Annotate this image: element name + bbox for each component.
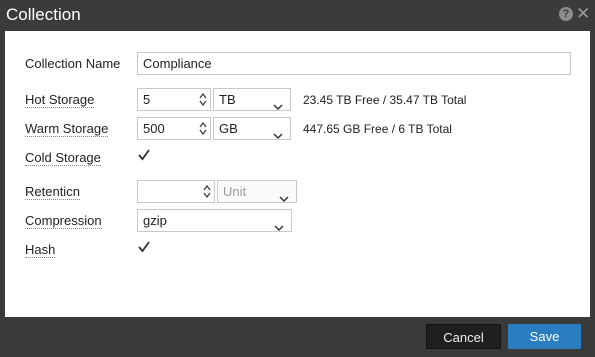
warm-storage-label: Warm Storage bbox=[25, 121, 109, 137]
stepper-arrows-icon[interactable] bbox=[199, 92, 207, 107]
cold-storage-label: Cold Storage bbox=[25, 150, 101, 166]
chevron-down-icon bbox=[273, 125, 283, 140]
dialog-body: Collection Name Compliance Hot Storage 5… bbox=[5, 31, 590, 317]
compression-select[interactable]: gzip bbox=[137, 209, 292, 232]
dialog-footer: Cancel Save bbox=[0, 317, 595, 357]
chevron-down-icon bbox=[274, 217, 284, 232]
hot-storage-unit-value: TB bbox=[219, 92, 236, 107]
cold-storage-checkbox[interactable] bbox=[137, 148, 151, 162]
compression-value: gzip bbox=[143, 213, 167, 228]
retention-unit-select[interactable]: Unit bbox=[217, 180, 297, 203]
collection-dialog: Collection ? ✕ Collection Name Complianc… bbox=[0, 0, 595, 357]
retention-label: Retenticn bbox=[25, 184, 80, 200]
close-icon[interactable]: ✕ bbox=[576, 5, 590, 23]
chevron-down-icon bbox=[273, 96, 283, 111]
warm-storage-unit-value: GB bbox=[219, 121, 238, 136]
help-icon[interactable]: ? bbox=[559, 7, 573, 21]
hash-label: Hash bbox=[25, 242, 56, 258]
hot-storage-label: Hot Storage bbox=[25, 92, 95, 108]
warm-storage-unit-select[interactable]: GB bbox=[213, 117, 291, 140]
collection-name-input[interactable]: Compliance bbox=[137, 52, 571, 75]
stepper-arrows-icon[interactable] bbox=[203, 184, 211, 199]
collection-name-label: Collection Name bbox=[25, 56, 121, 71]
retention-unit-placeholder: Unit bbox=[223, 184, 247, 199]
hot-storage-info: 23.45 TB Free / 35.47 TB Total bbox=[303, 93, 467, 107]
dialog-title: Collection bbox=[6, 5, 81, 24]
hot-storage-size-stepper[interactable]: 5 bbox=[137, 88, 211, 111]
warm-storage-size-value: 500 bbox=[143, 121, 165, 136]
cancel-button[interactable]: Cancel bbox=[426, 324, 501, 349]
retention-stepper[interactable] bbox=[137, 180, 215, 203]
save-button[interactable]: Save bbox=[508, 324, 581, 349]
hot-storage-unit-select[interactable]: TB bbox=[213, 88, 291, 111]
checkmark-icon bbox=[138, 241, 150, 253]
hash-checkbox[interactable] bbox=[137, 240, 151, 254]
warm-storage-info: 447.65 GB Free / 6 TB Total bbox=[303, 122, 452, 136]
compression-label: Compression bbox=[25, 213, 102, 229]
checkmark-icon bbox=[138, 149, 150, 161]
chevron-down-icon bbox=[279, 188, 289, 203]
dialog-titlebar: Collection ? ✕ bbox=[0, 0, 595, 31]
hot-storage-size-value: 5 bbox=[143, 92, 151, 107]
stepper-arrows-icon[interactable] bbox=[199, 121, 207, 136]
warm-storage-size-stepper[interactable]: 500 bbox=[137, 117, 211, 140]
